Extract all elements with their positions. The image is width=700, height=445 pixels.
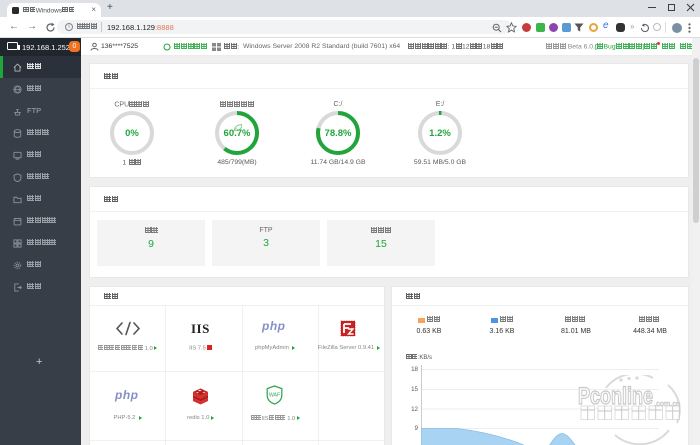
svg-text:WAF: WAF [269, 393, 280, 399]
